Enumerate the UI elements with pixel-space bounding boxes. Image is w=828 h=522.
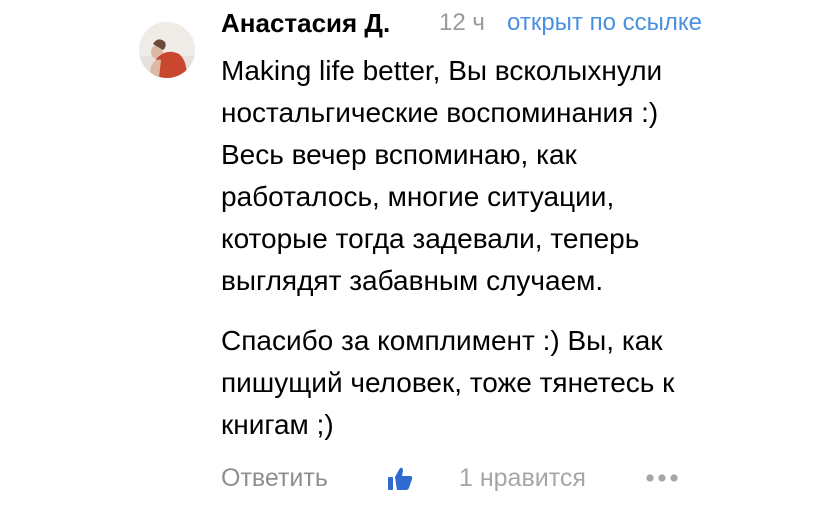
- comment-time: 12 ч: [439, 9, 485, 36]
- reply-button[interactable]: Ответить: [221, 458, 328, 498]
- opened-via-link[interactable]: открыт по ссылке: [507, 6, 702, 40]
- like-button[interactable]: [387, 466, 413, 492]
- comment-line: ностальгические воспоминания :): [221, 97, 659, 128]
- comment-line: работалось, многие ситуации,: [221, 181, 615, 212]
- avatar-photo: [139, 22, 195, 78]
- comment-line: пишущий человек, тоже тянетесь к: [221, 367, 675, 398]
- comment-line: Making life better, Вы всколыхнули: [221, 55, 663, 86]
- more-button[interactable]: [644, 471, 680, 485]
- comment-line: которые тогда задевали, теперь: [221, 223, 640, 254]
- comment-actions: Ответить 1 нравится: [221, 458, 741, 498]
- comment-line: Спасибо за комплимент :) Вы, как: [221, 325, 663, 356]
- avatar[interactable]: [139, 22, 195, 78]
- thumbs-up-icon: [388, 467, 413, 490]
- comment-paragraph: Making life better, Вы всколыхнули носта…: [221, 50, 761, 302]
- comment-line: книгам ;): [221, 409, 334, 440]
- comment-line: Весь вечер вспоминаю, как: [221, 139, 577, 170]
- likes-count: 1 нравится: [459, 464, 586, 492]
- author-name[interactable]: Анастасия Д.: [221, 6, 390, 40]
- more-dots-icon: [646, 474, 678, 482]
- comment-paragraph: Спасибо за комплимент :) Вы, как пишущий…: [221, 320, 761, 446]
- comment-line: выглядят забавным случаем.: [221, 265, 604, 296]
